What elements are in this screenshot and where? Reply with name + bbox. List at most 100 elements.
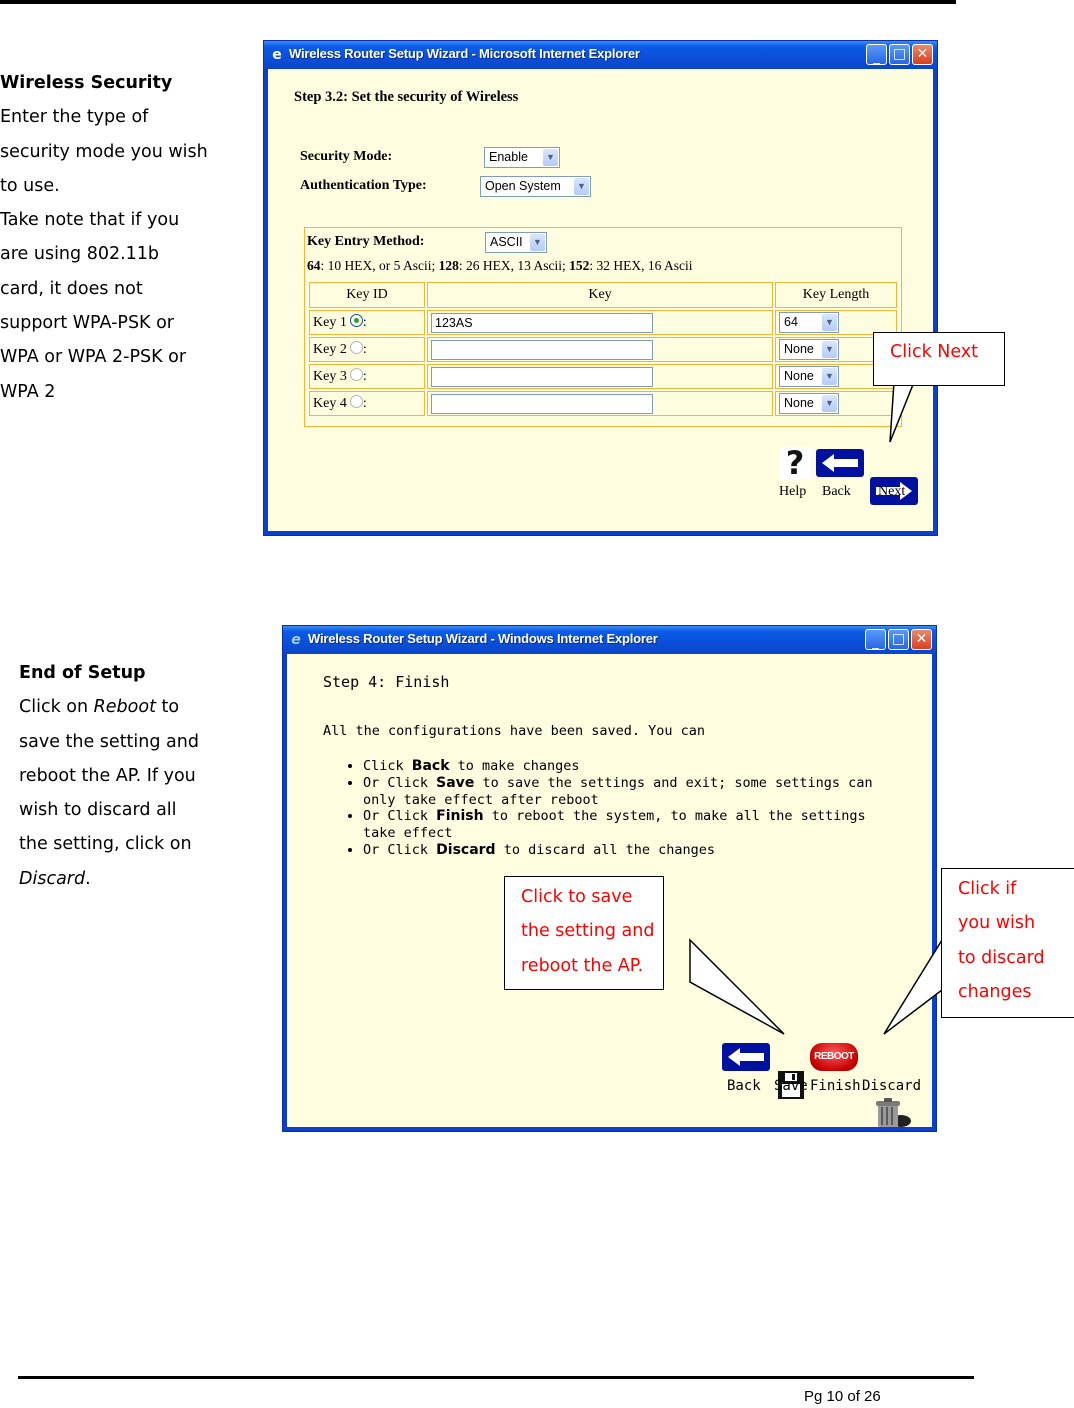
save-label: Save: [774, 1078, 808, 1094]
callout-save-reboot: Click to save the setting and reboot the…: [504, 876, 664, 990]
callout-text: reboot the AP.: [521, 955, 644, 976]
minimize-icon: _: [873, 49, 880, 65]
setup-wizard-window-security: e Wireless Router Setup Wizard - Microso…: [263, 40, 938, 536]
body-line: the setting, click on: [19, 834, 192, 855]
callout-pointer: [889, 381, 916, 443]
wep-keys-table: Key ID Key Key Length Key 1: 123AS 64 ▼ K…: [307, 280, 899, 418]
key-label: Key 3: [313, 369, 347, 384]
callout-text: Click to save: [521, 887, 633, 907]
auth-type-value: Open System: [485, 179, 561, 193]
discard-emphasis: Discard: [19, 868, 86, 889]
security-mode-value: Enable: [489, 150, 528, 164]
body-line: Discard.: [19, 862, 239, 896]
key-2-input[interactable]: [431, 339, 653, 360]
top-rule: [0, 0, 956, 4]
minimize-button[interactable]: _: [866, 44, 887, 65]
key-entry-select[interactable]: ASCII ▼: [485, 232, 547, 253]
note-128-text: : 26 HEX, 13 Ascii;: [458, 258, 570, 273]
item-text: to make changes: [449, 758, 580, 774]
item-text: Or Click: [363, 841, 437, 858]
step-title: Step 3.2: Set the security of Wireless: [294, 89, 519, 105]
body-line: WPA or WPA 2-PSK or: [0, 347, 187, 368]
back-label: Back: [822, 484, 851, 499]
key-2-radio[interactable]: [349, 341, 363, 354]
close-button[interactable]: ✕: [912, 44, 933, 65]
section-heading: End of Setup: [19, 663, 146, 683]
key-3-input[interactable]: [431, 366, 653, 387]
chevron-down-icon: ▼: [574, 178, 589, 195]
item-text: Or Click: [363, 808, 437, 825]
note-152-text: : 32 HEX, 16 Ascii: [589, 258, 693, 273]
table-row: Key 4: None ▼: [309, 391, 897, 416]
callout-text: Click Next: [890, 342, 979, 362]
title-bar[interactable]: e Wireless Router Setup Wizard - Windows…: [283, 626, 936, 654]
body-text: to: [155, 697, 180, 718]
key-id-cell: Key 1:: [309, 310, 425, 335]
body-line: WPA 2: [0, 381, 56, 402]
chevron-down-icon: ▼: [822, 341, 837, 358]
next-label: Next: [878, 484, 906, 499]
list-item: Or Click Discard to discard all the chan…: [363, 842, 903, 859]
key-4-length-select[interactable]: None ▼: [779, 393, 839, 414]
key-2-length-select[interactable]: None ▼: [779, 339, 839, 360]
note-128: 128: [438, 258, 459, 273]
minimize-button[interactable]: _: [865, 629, 886, 650]
help-icon: ?: [785, 444, 805, 482]
back-button[interactable]: [722, 1043, 770, 1071]
body-line: to use.: [0, 175, 60, 196]
intro-text: All the configurations have been saved. …: [323, 723, 706, 739]
security-mode-select[interactable]: Enable ▼: [484, 147, 560, 168]
minimize-icon: _: [872, 634, 879, 650]
maximize-button[interactable]: □: [888, 629, 909, 650]
body-line: save the setting and: [19, 731, 199, 752]
key-1-length-select[interactable]: 64 ▼: [779, 312, 839, 333]
options-list: Click Back to make changes Or Click Save…: [323, 758, 903, 859]
auth-type-select[interactable]: Open System ▼: [480, 176, 591, 197]
key-length-value: None: [784, 396, 814, 410]
key-length-value: 64: [784, 315, 798, 329]
body-line: reboot the AP. If you: [19, 765, 196, 786]
key-length-value: None: [784, 342, 814, 356]
key-length-cell: None ▼: [775, 391, 897, 416]
maximize-button[interactable]: □: [889, 44, 910, 65]
callout-pointer: [883, 937, 943, 1035]
key-3-length-select[interactable]: None ▼: [779, 366, 839, 387]
window-content: Step 3.2: Set the security of Wireless S…: [268, 69, 933, 531]
ie-icon: e: [272, 47, 282, 63]
chevron-down-icon: ▼: [822, 395, 837, 412]
body-line: are using 802.11b: [0, 244, 160, 265]
list-item: Or Click Finish to reboot the system, to…: [363, 808, 903, 842]
reboot-emphasis: Reboot: [93, 697, 156, 718]
callout-text: changes: [958, 981, 1032, 1002]
key-3-radio[interactable]: [349, 368, 363, 381]
callout-text: you wish: [958, 913, 1036, 934]
body-line: support WPA-PSK or: [0, 313, 174, 334]
arrow-left-icon: [822, 454, 858, 472]
back-button[interactable]: [816, 449, 864, 477]
help-button[interactable]: ?: [779, 447, 811, 479]
key-length-value: None: [784, 369, 814, 383]
close-button[interactable]: ✕: [911, 629, 932, 650]
key-label: Key 4: [313, 396, 347, 411]
ie-icon: e: [291, 632, 301, 648]
column-header-key: Key: [427, 282, 773, 308]
maximize-icon: □: [891, 631, 906, 647]
key-1-radio[interactable]: [349, 314, 363, 327]
body-text: Click on: [19, 697, 94, 718]
finish-button[interactable]: REBOOT: [810, 1043, 858, 1071]
title-bar[interactable]: e Wireless Router Setup Wizard - Microso…: [264, 41, 937, 69]
key-entry-value: ASCII: [490, 235, 523, 249]
key-4-radio[interactable]: [349, 395, 363, 408]
key-4-input[interactable]: [431, 393, 653, 414]
key-cell: [427, 337, 773, 362]
body-line: Enter the type of: [0, 107, 149, 128]
discard-button[interactable]: [871, 1097, 911, 1127]
chevron-down-icon: ▼: [822, 314, 837, 331]
key-label: Key 1: [313, 315, 347, 330]
body-text: .: [85, 868, 91, 889]
key-1-input[interactable]: 123AS: [431, 312, 653, 333]
trash-can-icon: [876, 1098, 911, 1127]
key-id-cell: Key 3:: [309, 364, 425, 389]
column-header-key-id: Key ID: [309, 282, 425, 308]
callout-text: Click if: [958, 879, 1017, 899]
